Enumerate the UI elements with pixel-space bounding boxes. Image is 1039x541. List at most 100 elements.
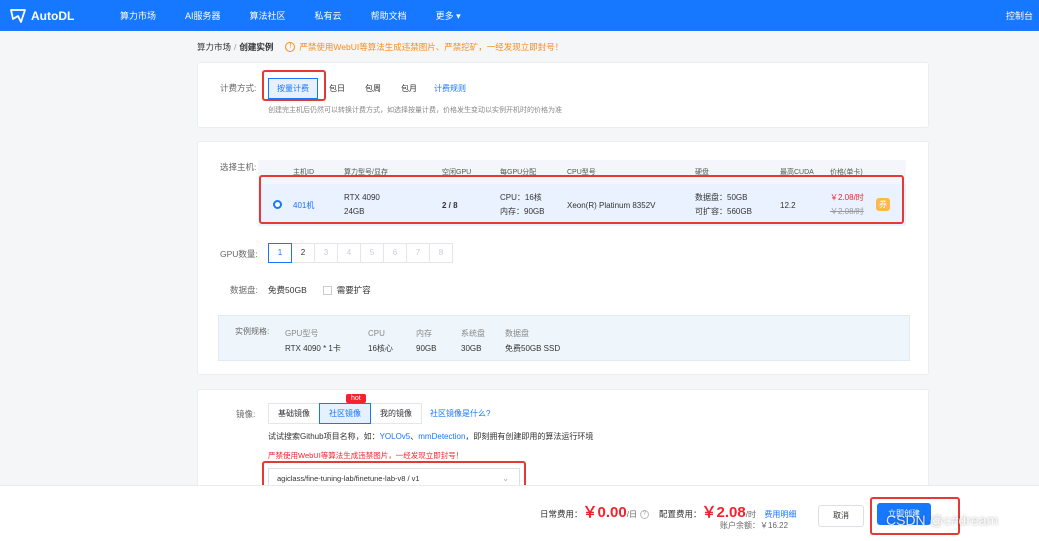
nav-item-ai-server[interactable]: AI服务器 <box>185 9 221 22</box>
col-per-gpu: 每GPU分配 <box>500 169 537 176</box>
gpu-count-option-1[interactable]: 1 <box>268 243 292 263</box>
spec-mem-value: 90GB <box>416 344 437 353</box>
config-fee-unit: /时 <box>745 510 756 519</box>
csdn-watermark: CSDN @c#dream <box>886 512 999 528</box>
image-hint: 试试搜索Github项目名称，如：YOLOv5、mmDetection，即刻拥有… <box>268 431 593 442</box>
col-gpu-model: 算力型号/显存 <box>344 169 388 176</box>
daily-fee-label: 日常费用： <box>540 509 583 519</box>
top-nav: AutoDL 算力市场 AI服务器 算法社区 私有云 帮助文档 更多 控制台 <box>0 0 1039 31</box>
image-warning: 严禁使用WebUI等算法生成违禁图片，一经发现立即封号！ <box>268 451 464 460</box>
spec-mem-header: 内存 <box>416 329 432 338</box>
image-card: 镜像: hot 基础镜像 社区镜像 我的镜像 社区镜像是什么? 试试搜索Gith… <box>197 389 929 499</box>
hot-badge: hot <box>346 394 366 403</box>
image-select-value: agiclass/fine-tuning-lab/finetune-lab-v8… <box>277 474 420 483</box>
col-cpu-model: CPU型号 <box>567 169 596 176</box>
gpu-count-selector: 1 2 3 4 5 6 7 8 <box>268 243 453 263</box>
image-tab-mine[interactable]: 我的镜像 <box>370 403 422 424</box>
host-gpu-model: RTX 4090 <box>344 193 380 202</box>
gpu-count-option-8: 8 <box>429 243 453 263</box>
cancel-button[interactable]: 取消 <box>818 505 864 527</box>
autodl-logo-icon <box>10 8 26 23</box>
breadcrumb-warning: ! 严禁使用WebUI等算法生成违禁图片、严禁挖矿，一经发现立即封号！ <box>285 41 563 53</box>
image-label: 镜像: <box>236 409 256 419</box>
image-hint-yolov5-link[interactable]: YOLOv5 <box>380 432 411 441</box>
col-free-gpu[interactable]: 空闲GPU <box>442 167 471 177</box>
brand-logo[interactable]: AutoDL <box>10 9 120 23</box>
disk-row: 免费50GB 需要扩容 <box>268 284 371 296</box>
spec-datadisk-value: 免费50GB SSD <box>505 344 561 353</box>
host-cpu-model: Xeon(R) Platinum 8352V <box>567 201 656 210</box>
fee-detail-link[interactable]: 费用明细 <box>764 510 796 519</box>
breadcrumb-market[interactable]: 算力市场 <box>197 41 231 53</box>
nav-item-more[interactable]: 更多 <box>436 9 461 22</box>
host-card: 选择主机: 主机ID 算力型号/显存 空闲GPU 每GPU分配 CPU型号 硬盘… <box>197 141 929 375</box>
account-balance: 账户余额：￥16.22 <box>720 521 789 530</box>
host-free-gpu: 2 / 8 <box>442 201 458 210</box>
spec-cpu-header: CPU <box>368 329 385 338</box>
col-cuda: 最高CUDA <box>780 169 814 176</box>
warning-icon: ! <box>285 42 296 52</box>
expand-checkbox[interactable] <box>322 285 332 295</box>
instance-spec-box: 实例规格: GPU型号 RTX 4090 * 1卡 CPU 16核心 内存 90… <box>218 315 910 361</box>
spec-gpu-value: RTX 4090 * 1卡 <box>285 344 341 353</box>
host-mem-alloc: 内存：90GB <box>500 207 545 216</box>
host-row-radio[interactable] <box>273 200 282 209</box>
help-icon[interactable]: ? <box>639 510 649 520</box>
daily-fee-price: ￥0.00 <box>582 504 627 521</box>
gpu-count-option-2[interactable]: 2 <box>291 243 315 263</box>
nav-item-market[interactable]: 算力市场 <box>120 9 156 22</box>
billing-rules-link[interactable]: 计费规则 <box>434 83 466 94</box>
col-disk[interactable]: 硬盘 <box>695 167 709 177</box>
host-cuda: 12.2 <box>780 201 796 210</box>
gpu-count-option-6: 6 <box>383 243 407 263</box>
spec-datadisk-header: 数据盘 <box>505 329 529 338</box>
host-id[interactable]: 401机 <box>293 199 314 212</box>
daily-fee: 日常费用：￥0.00/日? <box>540 501 649 522</box>
coupon-icon[interactable]: 券 <box>876 198 890 211</box>
image-tab-community[interactable]: 社区镜像 <box>319 403 371 424</box>
nav-item-community[interactable]: 算法社区 <box>250 9 286 22</box>
host-row[interactable]: 401机 RTX 4090 24GB 2 / 8 CPU：16核 内存：90GB… <box>258 184 906 226</box>
daily-fee-unit: /日 <box>626 510 637 519</box>
image-tab-base[interactable]: 基础镜像 <box>268 403 320 424</box>
spec-datadisk: 数据盘 免费50GB SSD <box>505 326 560 356</box>
breadcrumb-warning-text: 严禁使用WebUI等算法生成违禁图片、严禁挖矿，一经发现立即封号！ <box>299 42 564 52</box>
host-price: ￥2.08/时 <box>830 193 864 202</box>
billing-note: 创建完主机后仍然可以转换计费方式，如选择按量计费，价格发生变动以实例开机时的价格… <box>268 107 562 114</box>
disk-free: 免费50GB <box>268 285 307 295</box>
footer-bar: 日常费用：￥0.00/日? 配置费用：￥2.08/时 费用明细 账户余额：￥16… <box>0 485 1039 541</box>
billing-option-weekly[interactable]: 包周 <box>356 78 390 99</box>
disk-label: 数据盘: <box>230 285 258 295</box>
config-fee-label: 配置费用： <box>659 509 702 519</box>
billing-options: 按量计费 包日 包周 包月 计费规则 <box>268 78 466 99</box>
spec-mem: 内存 90GB <box>416 326 436 356</box>
image-hint-mmdetection-link[interactable]: mmDetection <box>418 432 465 441</box>
host-original-price: ￥2.08/时 <box>830 207 864 216</box>
image-tabs: 基础镜像 社区镜像 我的镜像 社区镜像是什么? <box>268 403 490 424</box>
breadcrumb-current: 创建实例 <box>239 42 274 52</box>
config-fee: 配置费用：￥2.08/时 费用明细 <box>659 501 796 522</box>
gpu-count-label: GPU数量: <box>220 249 258 259</box>
brand-name: AutoDL <box>31 8 75 23</box>
host-vram: 24GB <box>344 207 365 216</box>
billing-option-daily[interactable]: 包日 <box>320 78 354 99</box>
nav-item-private-cloud[interactable]: 私有云 <box>315 9 342 22</box>
community-image-help-link[interactable]: 社区镜像是什么? <box>430 408 490 419</box>
image-hint-suffix: ，即刻拥有创建即用的算法运行环境 <box>465 432 594 441</box>
host-data-disk: 数据盘：50GB <box>695 193 748 202</box>
spec-cpu-value: 16核心 <box>368 344 393 353</box>
nav-console-link[interactable]: 控制台 <box>1006 9 1033 22</box>
host-cpu-alloc: CPU：16核 <box>500 193 542 202</box>
gpu-count-option-5: 5 <box>360 243 384 263</box>
col-price[interactable]: 价格(单卡) <box>830 167 863 177</box>
breadcrumb-separator: / <box>234 42 237 52</box>
config-fee-price: ￥2.08 <box>701 504 746 521</box>
host-label: 选择主机: <box>220 162 257 172</box>
nav-item-docs[interactable]: 帮助文档 <box>371 9 407 22</box>
billing-option-monthly[interactable]: 包月 <box>392 78 426 99</box>
billing-card: 计费方式: 按量计费 包日 包周 包月 计费规则 创建完主机后仍然可以转换计费方… <box>197 62 929 128</box>
billing-option-hourly[interactable]: 按量计费 <box>268 78 318 99</box>
gpu-count-option-4: 4 <box>337 243 361 263</box>
spec-label: 实例规格: <box>235 327 270 336</box>
expand-label[interactable]: 需要扩容 <box>337 284 371 296</box>
